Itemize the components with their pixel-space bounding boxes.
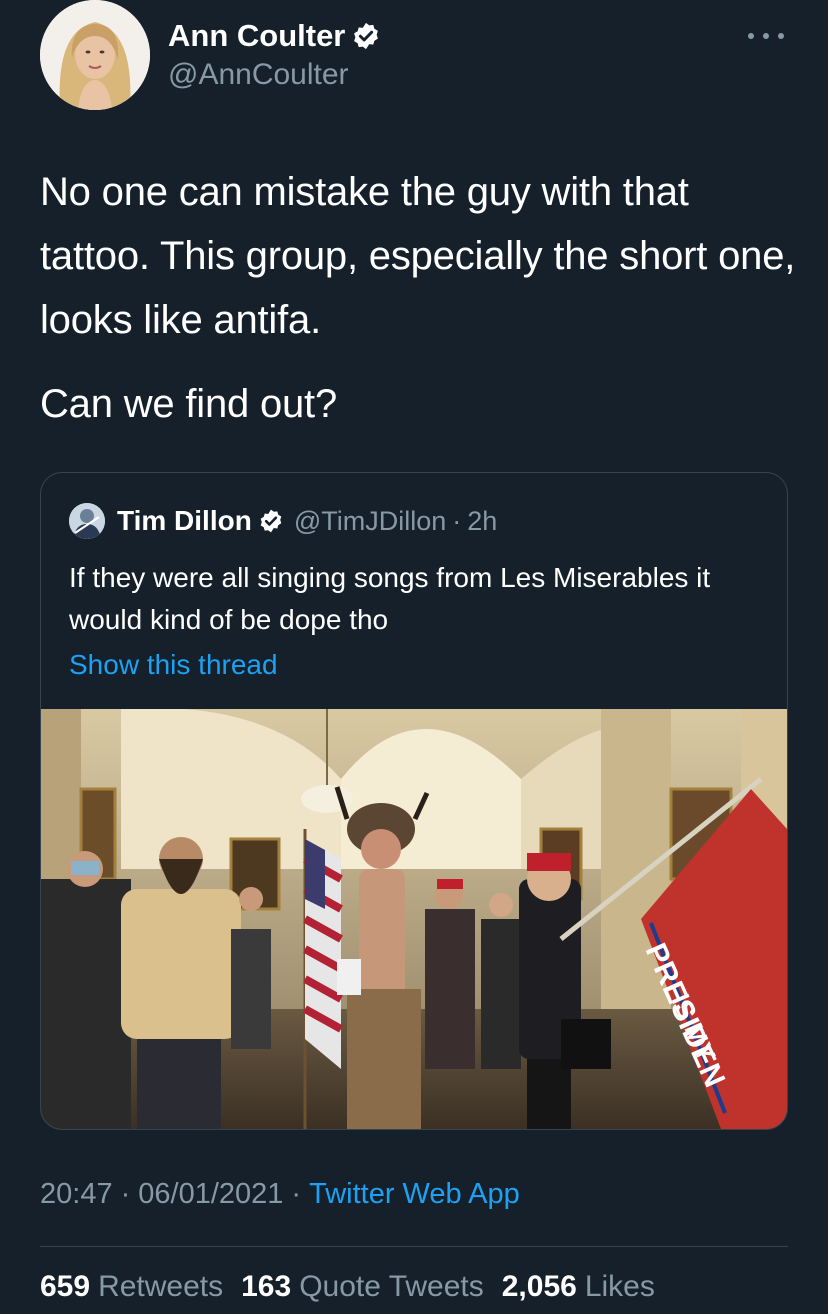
separator: · xyxy=(452,505,462,536)
quoted-tweet-text: If they were all singing songs from Les … xyxy=(69,562,711,635)
author-name-row: Ann Coulter xyxy=(168,16,381,56)
author-avatar[interactable] xyxy=(40,0,150,110)
quoted-author-avatar[interactable] xyxy=(69,503,105,539)
author-names: Ann Coulter @AnnCoulter xyxy=(168,16,381,92)
quote-tweets-label: Quote Tweets xyxy=(299,1270,484,1303)
more-dot xyxy=(748,33,754,39)
source-app-link[interactable]: Twitter Web App xyxy=(309,1178,520,1210)
quote-tweets-stat[interactable]: 163 Quote Tweets xyxy=(241,1270,484,1304)
author-display-name[interactable]: Ann Coulter xyxy=(168,18,345,54)
quoted-author-handle[interactable]: @TimJDillon xyxy=(294,506,446,537)
show-thread-link[interactable]: Show this thread xyxy=(69,649,278,681)
quoted-tweet-photo[interactable]: IS MY PRESIDEN xyxy=(41,707,787,1129)
divider xyxy=(40,1246,788,1247)
separator: · xyxy=(120,1178,131,1210)
tweet-stats: 659 Retweets 163 Quote Tweets 2,056 Likes xyxy=(40,1270,673,1304)
quoted-tweet-time[interactable]: 2h xyxy=(467,506,497,537)
more-options-icon[interactable] xyxy=(748,26,784,46)
tweet-paragraph: No one can mistake the guy with that tat… xyxy=(40,170,796,342)
quoted-tweet-card[interactable]: Tim Dillon @TimJDillon · 2h If they were… xyxy=(40,472,788,1130)
retweets-stat[interactable]: 659 Retweets xyxy=(40,1270,223,1304)
retweets-count: 659 xyxy=(40,1270,91,1303)
quoted-author-name[interactable]: Tim Dillon xyxy=(117,505,252,537)
tweet-paragraph: Can we find out? xyxy=(40,382,337,426)
retweets-label: Retweets xyxy=(98,1270,224,1303)
tweet-time[interactable]: 20:47 xyxy=(40,1178,113,1210)
more-dot xyxy=(763,33,769,39)
quoted-tweet-header: Tim Dillon @TimJDillon · 2h xyxy=(69,503,497,539)
more-dot xyxy=(778,33,784,39)
verified-badge-icon xyxy=(351,21,381,51)
tweet-date[interactable]: 06/01/2021 xyxy=(138,1178,283,1210)
tweet-header: Ann Coulter @AnnCoulter xyxy=(40,0,788,115)
likes-count: 2,056 xyxy=(501,1270,577,1303)
separator: · xyxy=(291,1178,302,1210)
likes-label: Likes xyxy=(584,1270,655,1303)
verified-badge-icon xyxy=(258,508,284,534)
tweet-text: No one can mistake the guy with that tat… xyxy=(40,160,800,436)
tweet-meta: 20:47 · 06/01/2021 · Twitter Web App xyxy=(40,1178,520,1211)
author-handle[interactable]: @AnnCoulter xyxy=(168,58,381,92)
likes-stat[interactable]: 2,056 Likes xyxy=(502,1270,655,1304)
quote-tweets-count: 163 xyxy=(241,1270,292,1303)
